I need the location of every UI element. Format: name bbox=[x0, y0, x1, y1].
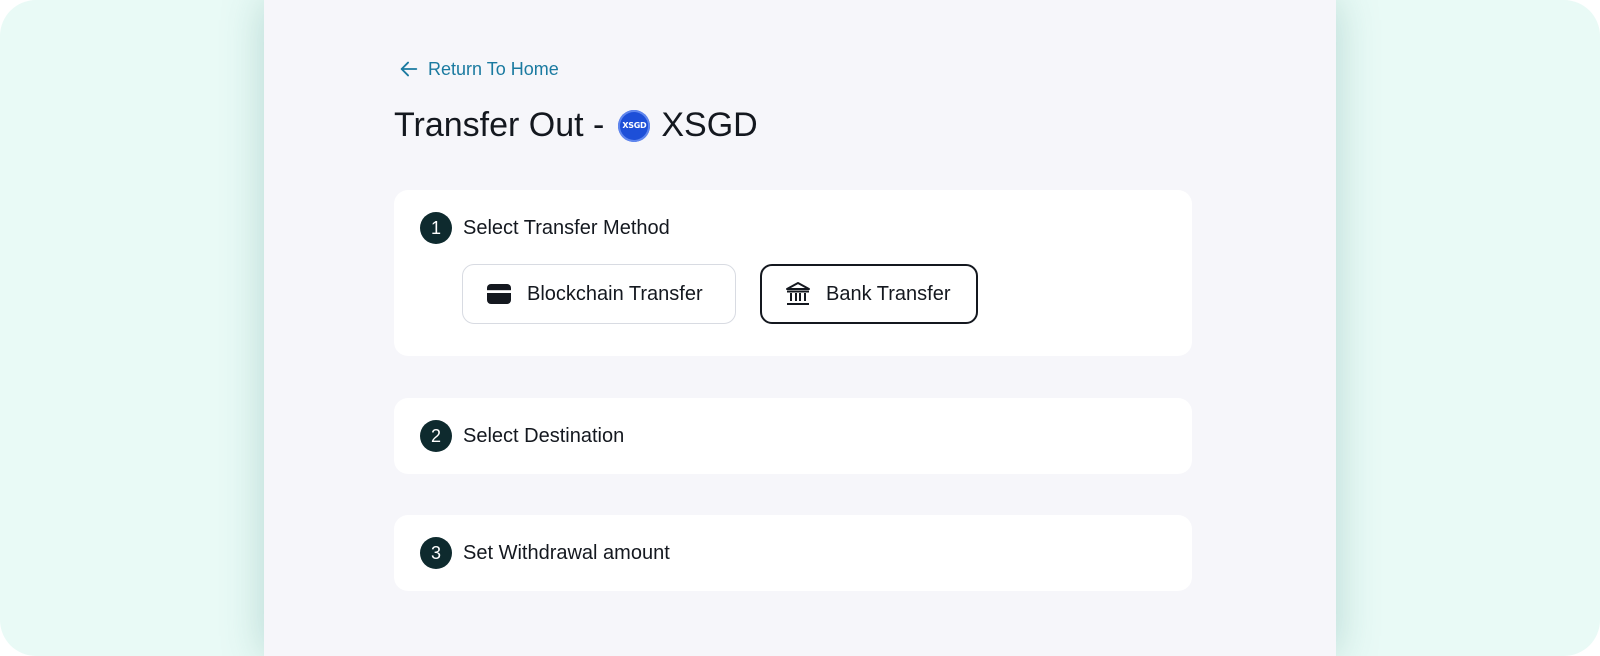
page-title: Transfer Out - XSGD XSGD bbox=[394, 106, 758, 145]
bank-transfer-button[interactable]: Bank Transfer bbox=[760, 264, 978, 324]
bank-transfer-label: Bank Transfer bbox=[826, 282, 951, 305]
step-header: 3 Set Withdrawal amount bbox=[420, 537, 670, 569]
wallet-icon bbox=[487, 284, 511, 304]
page-title-prefix: Transfer Out - bbox=[394, 106, 605, 144]
blockchain-transfer-label: Blockchain Transfer bbox=[527, 282, 703, 305]
coin-name: XSGD bbox=[661, 106, 758, 144]
coin-badge-text: XSGD bbox=[622, 121, 647, 130]
step-title: Select Destination bbox=[463, 424, 625, 447]
app-frame: Return To Home Transfer Out - XSGD XSGD … bbox=[0, 0, 1600, 656]
arrow-left-icon bbox=[400, 61, 418, 77]
step-title: Set Withdrawal amount bbox=[463, 541, 670, 564]
step-card-withdrawal-amount[interactable]: 3 Set Withdrawal amount bbox=[394, 515, 1192, 591]
step-title: Select Transfer Method bbox=[463, 216, 670, 239]
return-home-link[interactable]: Return To Home bbox=[398, 58, 559, 80]
step-number-badge: 1 bbox=[420, 212, 452, 244]
step-number-badge: 3 bbox=[420, 537, 452, 569]
blockchain-transfer-button[interactable]: Blockchain Transfer bbox=[462, 264, 736, 324]
bank-icon bbox=[786, 282, 810, 305]
xsgd-coin-icon: XSGD bbox=[618, 109, 651, 142]
step-header: 1 Select Transfer Method bbox=[420, 212, 670, 244]
return-home-label: Return To Home bbox=[428, 58, 559, 79]
step-card-destination[interactable]: 2 Select Destination bbox=[394, 398, 1192, 474]
step-header: 2 Select Destination bbox=[420, 420, 624, 452]
step-number-badge: 2 bbox=[420, 420, 452, 452]
step-card-transfer-method: 1 Select Transfer Method Blockchain Tran… bbox=[394, 190, 1192, 356]
transfer-panel: Return To Home Transfer Out - XSGD XSGD … bbox=[264, 0, 1336, 656]
